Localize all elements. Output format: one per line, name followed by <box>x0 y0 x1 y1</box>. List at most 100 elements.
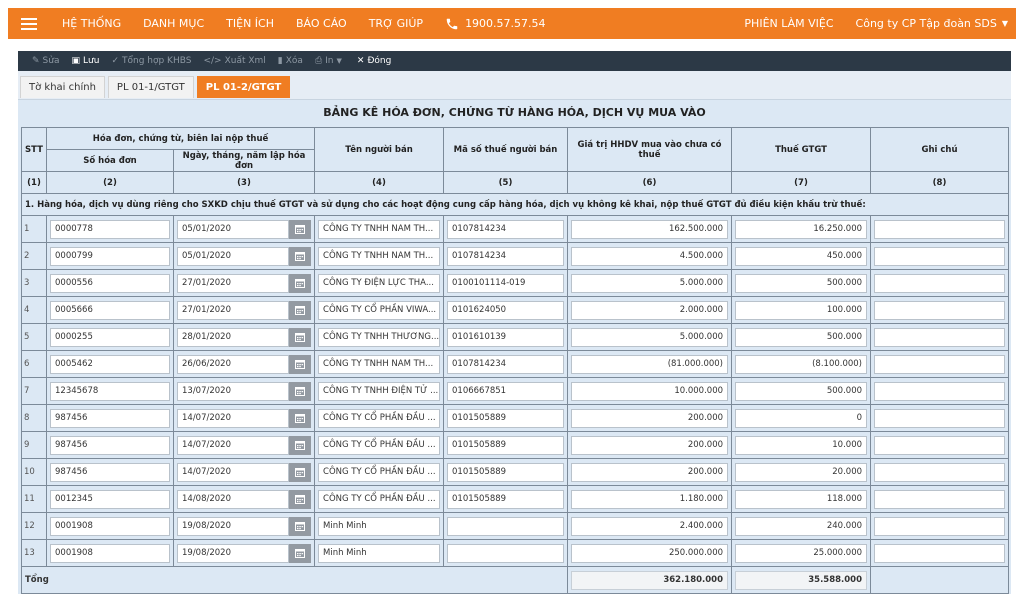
seller-tax-code-input[interactable]: 0107814234 <box>447 354 565 374</box>
invoice-number-input[interactable]: 0005462 <box>50 354 170 374</box>
invoice-date-input[interactable]: 27/01/2020 <box>177 300 290 320</box>
invoice-number-input[interactable]: 0000799 <box>50 246 170 266</box>
seller-name-input[interactable]: CÔNG TY TNHH NAM TH... <box>318 219 441 239</box>
value-input[interactable]: 1.180.000 <box>571 489 729 509</box>
vat-input[interactable]: 240.000 <box>735 516 868 536</box>
vat-input[interactable]: 450.000 <box>735 246 868 266</box>
note-input[interactable] <box>874 435 1006 455</box>
invoice-number-input[interactable]: 0001908 <box>50 543 170 563</box>
vat-input[interactable]: 10.000 <box>735 435 868 455</box>
seller-tax-code-input[interactable]: 0101624050 <box>447 300 565 320</box>
seller-tax-code-input[interactable]: 0106667851 <box>447 381 565 401</box>
value-input[interactable]: 200.000 <box>571 435 729 455</box>
invoice-number-input[interactable]: 0001908 <box>50 516 170 536</box>
vat-input[interactable]: 0 <box>735 408 868 428</box>
seller-name-input[interactable]: CÔNG TY CỔ PHẦN ĐẦU ... <box>318 408 441 428</box>
seller-tax-code-input[interactable]: 0107814234 <box>447 219 565 239</box>
note-input[interactable] <box>874 381 1006 401</box>
tab-pl-01-2[interactable]: PL 01-2/GTGT <box>196 76 291 98</box>
invoice-number-input[interactable]: 0000556 <box>50 273 170 293</box>
calendar-icon[interactable] <box>289 273 312 293</box>
calendar-icon[interactable] <box>289 381 312 401</box>
save-button[interactable]: ▣ Lưu <box>71 56 99 66</box>
seller-tax-code-input[interactable]: 0101505889 <box>447 435 565 455</box>
invoice-date-input[interactable]: 19/08/2020 <box>177 543 290 563</box>
invoice-date-input[interactable]: 14/08/2020 <box>177 489 290 509</box>
calendar-icon[interactable] <box>289 462 312 482</box>
print-button[interactable]: ⎙ In ▼ <box>315 56 345 66</box>
value-input[interactable]: 250.000.000 <box>571 543 729 563</box>
note-input[interactable] <box>874 408 1006 428</box>
seller-name-input[interactable]: CÔNG TY CỔ PHẦN ĐẦU ... <box>318 489 441 509</box>
invoice-date-input[interactable]: 27/01/2020 <box>177 273 290 293</box>
value-input[interactable]: 200.000 <box>571 408 729 428</box>
calendar-icon[interactable] <box>289 543 312 563</box>
invoice-date-input[interactable]: 14/07/2020 <box>177 462 290 482</box>
note-input[interactable] <box>874 354 1006 374</box>
seller-tax-code-input[interactable]: 0101505889 <box>447 462 565 482</box>
seller-tax-code-input[interactable] <box>447 516 565 536</box>
invoice-date-input[interactable]: 05/01/2020 <box>177 246 290 266</box>
invoice-date-input[interactable]: 13/07/2020 <box>177 381 290 401</box>
invoice-number-input[interactable]: 987456 <box>50 462 170 482</box>
seller-tax-code-input[interactable]: 0101505889 <box>447 408 565 428</box>
seller-name-input[interactable]: CÔNG TY TNHH THƯƠNG... <box>318 327 441 347</box>
calendar-icon[interactable] <box>289 408 312 428</box>
calendar-icon[interactable] <box>289 327 312 347</box>
invoice-date-input[interactable]: 19/08/2020 <box>177 516 290 536</box>
delete-button[interactable]: ▮ Xóa <box>278 56 303 66</box>
vat-input[interactable]: 500.000 <box>735 381 868 401</box>
seller-name-input[interactable]: CÔNG TY ĐIỆN LỰC THA... <box>318 273 441 293</box>
seller-name-input[interactable]: Minh Minh <box>318 516 441 536</box>
invoice-date-input[interactable]: 05/01/2020 <box>177 219 290 239</box>
note-input[interactable] <box>874 300 1006 320</box>
invoice-number-input[interactable]: 987456 <box>50 435 170 455</box>
invoice-date-input[interactable]: 14/07/2020 <box>177 435 290 455</box>
vat-input[interactable]: 100.000 <box>735 300 868 320</box>
calendar-icon[interactable] <box>289 435 312 455</box>
edit-button[interactable]: ✎ Sửa <box>32 56 59 66</box>
nav-item-danh-muc[interactable]: DANH MỤC <box>143 17 204 30</box>
seller-name-input[interactable]: CÔNG TY TNHH NAM TH... <box>318 354 441 374</box>
seller-name-input[interactable]: CÔNG TY CỔ PHẦN VIWA... <box>318 300 441 320</box>
tab-to-khai-chinh[interactable]: Tờ khai chính <box>20 76 105 98</box>
nav-item-he-thong[interactable]: HỆ THỐNG <box>62 17 121 30</box>
nav-item-tro-giup[interactable]: TRỢ GIÚP <box>369 17 423 30</box>
seller-tax-code-input[interactable]: 0101610139 <box>447 327 565 347</box>
vat-input[interactable]: 118.000 <box>735 489 868 509</box>
note-input[interactable] <box>874 462 1006 482</box>
invoice-date-input[interactable]: 14/07/2020 <box>177 408 290 428</box>
invoice-number-input[interactable]: 0005666 <box>50 300 170 320</box>
vat-input[interactable]: 16.250.000 <box>735 219 868 239</box>
invoice-number-input[interactable]: 0000778 <box>50 219 170 239</box>
value-input[interactable]: 200.000 <box>571 462 729 482</box>
value-input[interactable]: 162.500.000 <box>571 219 729 239</box>
seller-name-input[interactable]: CÔNG TY TNHH NAM TH... <box>318 246 441 266</box>
value-input[interactable]: 2.000.000 <box>571 300 729 320</box>
invoice-number-input[interactable]: 987456 <box>50 408 170 428</box>
invoice-number-input[interactable]: 0000255 <box>50 327 170 347</box>
value-input[interactable]: 10.000.000 <box>571 381 729 401</box>
seller-tax-code-input[interactable]: 0101505889 <box>447 489 565 509</box>
seller-tax-code-input[interactable]: 0100101114-019 <box>447 273 565 293</box>
seller-name-input[interactable]: Minh Minh <box>318 543 441 563</box>
vat-input[interactable]: 20.000 <box>735 462 868 482</box>
note-input[interactable] <box>874 516 1006 536</box>
note-input[interactable] <box>874 246 1006 266</box>
note-input[interactable] <box>874 489 1006 509</box>
seller-name-input[interactable]: CÔNG TY CỔ PHẦN ĐẦU ... <box>318 462 441 482</box>
seller-name-input[interactable]: CÔNG TY TNHH ĐIỆN TỬ ... <box>318 381 441 401</box>
company-selector[interactable]: Công ty CP Tập đoàn SDS ▼ <box>856 17 1008 30</box>
calendar-icon[interactable] <box>289 489 312 509</box>
invoice-number-input[interactable]: 12345678 <box>50 381 170 401</box>
hamburger-menu-icon[interactable] <box>14 8 44 39</box>
session-menu[interactable]: PHIÊN LÀM VIỆC <box>744 17 833 30</box>
note-input[interactable] <box>874 327 1006 347</box>
calendar-icon[interactable] <box>289 300 312 320</box>
value-input[interactable]: 2.400.000 <box>571 516 729 536</box>
value-input[interactable]: 4.500.000 <box>571 246 729 266</box>
seller-tax-code-input[interactable] <box>447 543 565 563</box>
invoice-date-input[interactable]: 28/01/2020 <box>177 327 290 347</box>
calendar-icon[interactable] <box>289 246 312 266</box>
nav-item-tien-ich[interactable]: TIỆN ÍCH <box>226 17 274 30</box>
